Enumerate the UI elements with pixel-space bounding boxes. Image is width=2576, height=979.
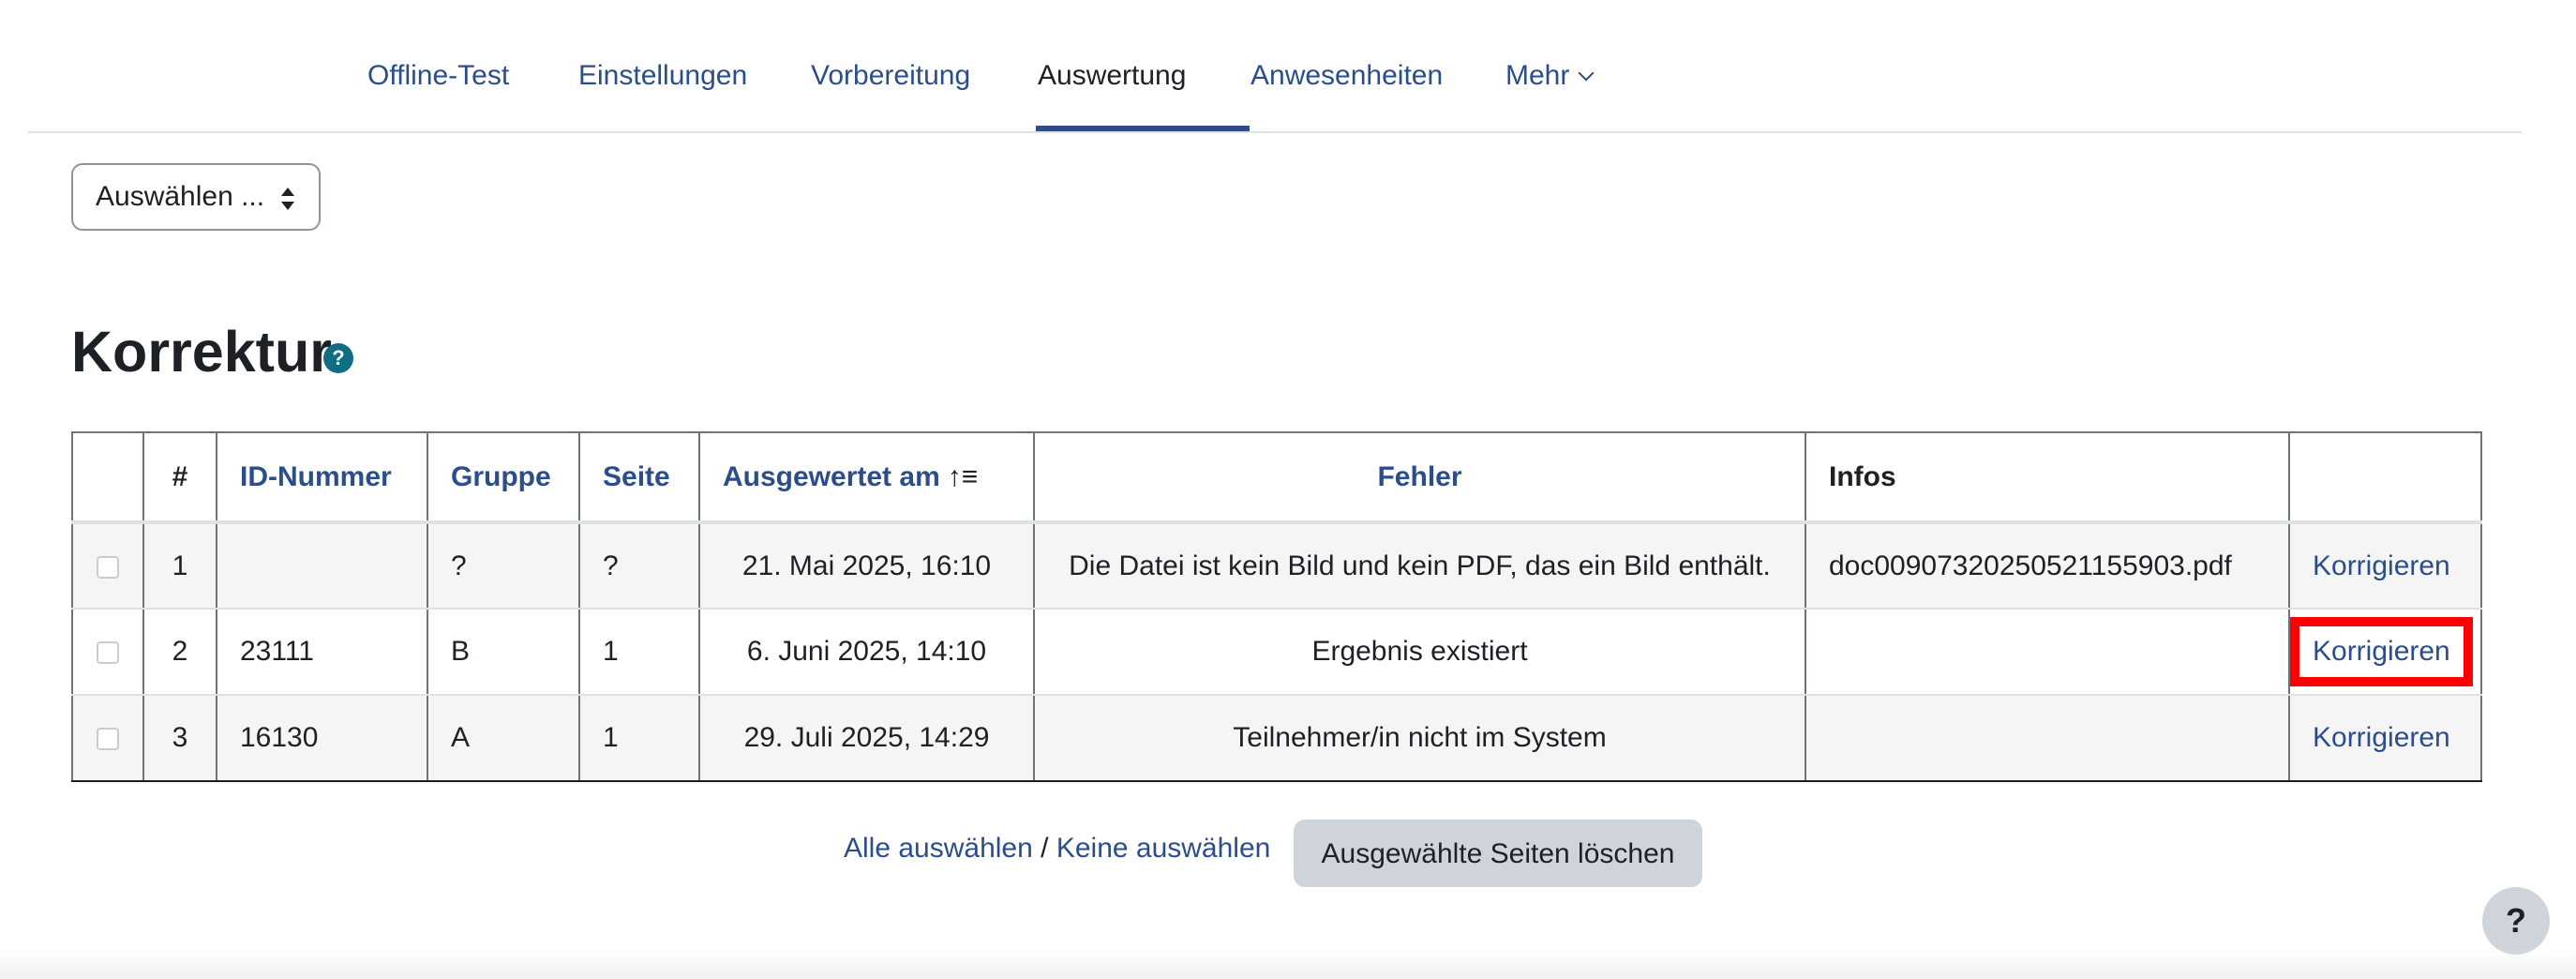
- row-page: ?: [578, 521, 700, 610]
- row-date: 21. Mai 2025, 16:10: [698, 521, 1035, 610]
- row-info: [1805, 608, 2290, 696]
- header-infos: Infos: [1805, 431, 2290, 524]
- select-arrows-icon: [281, 188, 294, 210]
- table-row: 3 16130 A 1 29. Juli 2025, 14:29 Teilneh…: [71, 694, 2482, 782]
- header-number: #: [142, 431, 217, 524]
- header-action: [2288, 431, 2482, 524]
- row-page: 1: [578, 608, 700, 696]
- select-all-link[interactable]: Alle auswählen: [844, 833, 1033, 864]
- header-evaluated-at[interactable]: Ausgewertet am ↑≡: [698, 431, 1035, 524]
- row-checkbox-cell: [71, 608, 144, 696]
- row-checkbox-cell: [71, 521, 144, 610]
- row-error: Teilnehmer/in nicht im System: [1033, 694, 1806, 782]
- header-id-number[interactable]: ID-Nummer: [216, 431, 428, 524]
- row-id-number: 23111: [216, 608, 428, 696]
- correction-table: # ID-Nummer Gruppe Seite Ausgewertet am ↑…: [71, 431, 2482, 782]
- active-tab-indicator: [1036, 126, 1250, 131]
- row-group: A: [427, 694, 580, 782]
- table-row: 1 ? ? 21. Mai 2025, 16:10 Die Datei ist …: [71, 521, 2482, 610]
- chevron-down-icon: [1578, 65, 1595, 82]
- row-group: ?: [427, 521, 580, 610]
- selection-links: Alle auswählen / Keine auswählen: [844, 833, 1270, 865]
- table-row: 2 23111 B 1 6. Juni 2025, 14:10 Ergebnis…: [71, 608, 2482, 696]
- footer-shadow: [0, 947, 2576, 979]
- tab-mehr-label: Mehr: [1505, 60, 1570, 91]
- korrigieren-link[interactable]: Korrigieren: [2313, 550, 2450, 581]
- row-date: 29. Juli 2025, 14:29: [698, 694, 1035, 782]
- row-checkbox[interactable]: [97, 555, 119, 579]
- row-info: [1805, 694, 2290, 782]
- korrigieren-link[interactable]: Korrigieren: [2313, 636, 2450, 667]
- tab-mehr[interactable]: Mehr: [1505, 0, 1595, 131]
- page-title: Korrektur: [71, 320, 332, 384]
- row-info: doc00907320250521155903.pdf: [1805, 521, 2290, 610]
- tab-auswertung[interactable]: Auswertung: [1038, 0, 1186, 131]
- tab-offline-test[interactable]: Offline-Test: [367, 0, 509, 131]
- row-number: 1: [142, 521, 217, 610]
- header-evaluated-at-label: Ausgewertet am: [723, 460, 940, 492]
- row-checkbox[interactable]: [97, 641, 119, 665]
- row-group: B: [427, 608, 580, 696]
- row-number: 2: [142, 608, 217, 696]
- row-number: 3: [142, 694, 217, 782]
- action-select-value: Auswählen ...: [96, 181, 265, 212]
- select-none-link[interactable]: Keine auswählen: [1056, 833, 1271, 864]
- row-action-cell: Korrigieren: [2288, 694, 2482, 782]
- header-error[interactable]: Fehler: [1033, 431, 1806, 524]
- delete-selected-pages-button[interactable]: Ausgewählte Seiten löschen: [1294, 820, 1702, 887]
- header-checkbox-column: [71, 431, 144, 524]
- korrigieren-link[interactable]: Korrigieren: [2313, 722, 2450, 753]
- sort-ascending-icon: ↑≡: [947, 460, 979, 492]
- help-button[interactable]: ?: [2482, 887, 2550, 955]
- secondary-navigation: Offline-Test Einstellungen Vorbereitung …: [28, 0, 2522, 133]
- action-select[interactable]: Auswählen ...: [71, 163, 321, 231]
- row-id-number: [216, 521, 428, 610]
- row-error: Ergebnis existiert: [1033, 608, 1806, 696]
- row-error: Die Datei ist kein Bild und kein PDF, da…: [1033, 521, 1806, 610]
- row-action-cell: Korrigieren: [2288, 608, 2482, 696]
- header-page[interactable]: Seite: [578, 431, 700, 524]
- row-date: 6. Juni 2025, 14:10: [698, 608, 1035, 696]
- help-icon[interactable]: ?: [323, 343, 353, 373]
- tab-vorbereitung[interactable]: Vorbereitung: [811, 0, 970, 131]
- row-checkbox[interactable]: [97, 728, 119, 751]
- row-id-number: 16130: [216, 694, 428, 782]
- table-header-row: # ID-Nummer Gruppe Seite Ausgewertet am ↑…: [71, 431, 2482, 524]
- link-separator: /: [1041, 833, 1049, 864]
- tab-einstellungen[interactable]: Einstellungen: [578, 0, 747, 131]
- row-page: 1: [578, 694, 700, 782]
- header-group[interactable]: Gruppe: [427, 431, 580, 524]
- highlight-box: Korrigieren: [2291, 617, 2473, 686]
- row-action-cell: Korrigieren: [2288, 521, 2482, 610]
- row-checkbox-cell: [71, 694, 144, 782]
- tab-anwesenheiten[interactable]: Anwesenheiten: [1251, 0, 1443, 131]
